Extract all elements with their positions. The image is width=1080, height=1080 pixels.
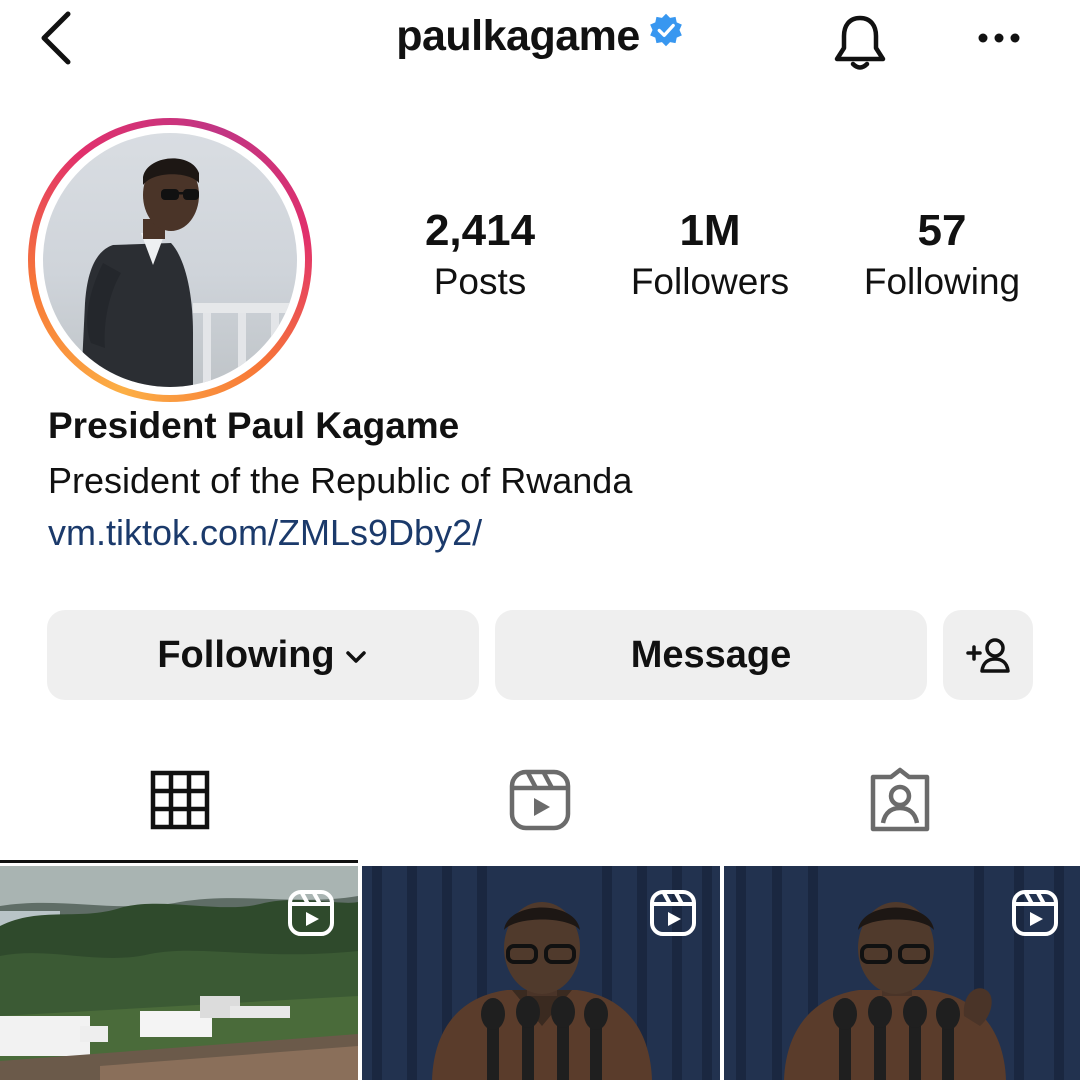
- profile-header: paulkagame: [0, 0, 1080, 90]
- grid-icon: [150, 770, 210, 830]
- tab-tagged[interactable]: [860, 765, 940, 835]
- notifications-button[interactable]: [828, 10, 892, 74]
- following-button-label: Following: [157, 633, 335, 676]
- posts-stat: 2,414 Posts: [400, 205, 560, 307]
- story-ring[interactable]: [28, 118, 312, 402]
- reel-icon: [288, 890, 334, 936]
- message-button[interactable]: Message: [495, 610, 927, 700]
- following-stat[interactable]: 57 Following: [842, 205, 1042, 307]
- avatar-frame: [35, 125, 305, 395]
- reel-icon: [1012, 890, 1058, 936]
- bio-text: President of the Republic of Rwanda: [48, 460, 633, 501]
- following-label: Following: [863, 261, 1021, 302]
- followers-count: 1M: [679, 206, 741, 255]
- chevron-down-icon: [345, 651, 366, 663]
- tab-reels[interactable]: [500, 765, 580, 835]
- suggested-users-button[interactable]: [943, 610, 1033, 700]
- username-title: paulkagame: [396, 12, 640, 60]
- tagged-icon: [870, 767, 930, 832]
- message-button-label: Message: [630, 633, 792, 676]
- followers-stat[interactable]: 1M Followers: [610, 205, 810, 307]
- post-thumbnail[interactable]: [362, 866, 720, 1080]
- post-thumbnail[interactable]: [724, 866, 1080, 1080]
- display-name: President Paul Kagame: [48, 405, 460, 446]
- following-button[interactable]: Following: [47, 610, 479, 700]
- more-options-icon: [978, 33, 1020, 43]
- posts-count: 2,414: [424, 206, 536, 255]
- username-title-wrap: paulkagame: [0, 12, 1080, 61]
- followers-label: Followers: [630, 261, 790, 302]
- avatar[interactable]: [43, 133, 297, 387]
- bell-icon: [834, 15, 886, 70]
- reels-icon: [509, 769, 571, 831]
- verified-badge-icon: [648, 10, 684, 59]
- avatar-photo: [81, 158, 297, 387]
- post-thumbnail[interactable]: [0, 866, 358, 1080]
- add-person-icon: [966, 638, 1010, 673]
- more-options-button[interactable]: [970, 18, 1028, 58]
- active-tab-indicator: [0, 860, 358, 863]
- posts-label: Posts: [433, 261, 527, 302]
- following-count: 57: [917, 206, 967, 255]
- bio-link[interactable]: vm.tiktok.com/ZMLs9Dby2/: [48, 512, 482, 554]
- reel-icon: [650, 890, 696, 936]
- tab-grid[interactable]: [140, 765, 220, 835]
